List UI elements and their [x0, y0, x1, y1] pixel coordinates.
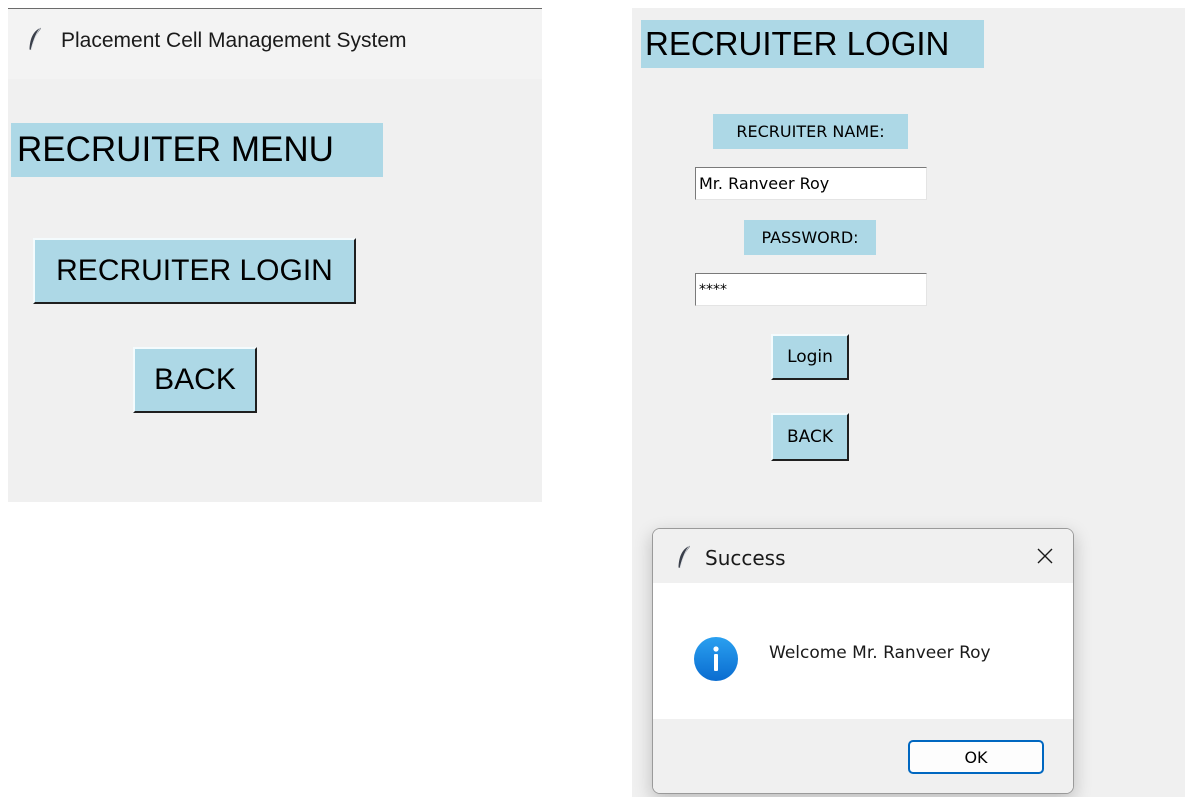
recruiter-name-input[interactable] — [695, 167, 927, 200]
recruiter-login-button[interactable]: RECRUITER LOGIN — [33, 238, 356, 304]
dialog-message: Welcome Mr. Ranveer Roy — [769, 643, 991, 663]
recruiter-menu-window: Placement Cell Management System RECRUIT… — [8, 8, 542, 502]
login-button[interactable]: Login — [771, 334, 849, 380]
feather-icon — [28, 27, 42, 51]
feather-icon — [677, 545, 691, 569]
password-label: PASSWORD: — [744, 220, 876, 255]
password-input[interactable] — [695, 273, 927, 306]
dialog-title-bar: Success — [653, 529, 1073, 583]
info-icon — [693, 636, 739, 682]
window-title: Placement Cell Management System — [61, 29, 407, 52]
close-icon[interactable] — [1031, 542, 1059, 570]
recruiter-login-heading: RECRUITER LOGIN — [641, 20, 984, 68]
dialog-footer: OK — [653, 719, 1073, 793]
title-bar: Placement Cell Management System — [8, 9, 542, 79]
dialog-title: Success — [705, 546, 786, 570]
ok-button[interactable]: OK — [908, 740, 1044, 774]
back-button[interactable]: BACK — [133, 347, 257, 413]
back-button[interactable]: BACK — [771, 413, 849, 461]
recruiter-menu-heading: RECRUITER MENU — [11, 123, 383, 177]
recruiter-name-label: RECRUITER NAME: — [713, 114, 908, 149]
success-dialog: Success Welcome Mr. Ranveer Roy OK — [652, 528, 1074, 794]
